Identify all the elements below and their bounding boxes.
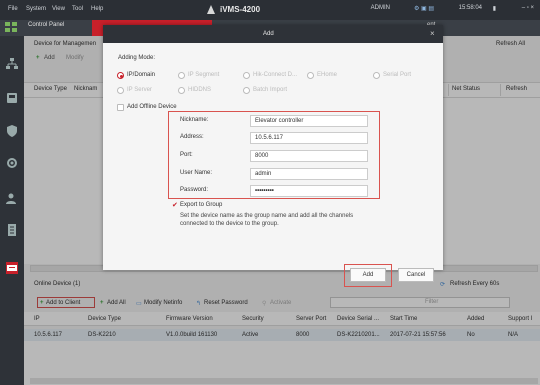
username-label: User Name:	[180, 170, 213, 176]
radio-ip-segment[interactable]	[178, 72, 185, 79]
address-label: Address:	[180, 134, 204, 140]
radio-hik-connect[interactable]	[243, 72, 250, 79]
export-note: Set the device name as the group name an…	[180, 213, 354, 227]
sidebar	[0, 36, 24, 385]
radio-ip-domain-label[interactable]: IP/Domain	[127, 72, 155, 78]
user-label[interactable]: ADMIN	[371, 5, 390, 11]
adding-mode-label: Adding Mode:	[118, 55, 156, 61]
menu-view[interactable]: View	[52, 6, 65, 12]
radio-ip-server-label[interactable]: IP Server	[127, 87, 152, 93]
radio-hik-connect-label[interactable]: Hik-Connect D...	[253, 72, 297, 78]
radio-ip-server[interactable]	[117, 87, 124, 94]
grid-icon	[5, 22, 17, 32]
password-input[interactable]: •••••••••	[250, 185, 368, 197]
radio-batch-import[interactable]	[243, 87, 250, 94]
sidebar-device-icon[interactable]	[6, 92, 18, 104]
clock: 15:58:04	[458, 5, 482, 11]
add-offline-checkbox[interactable]	[117, 104, 124, 111]
radio-ip-segment-label[interactable]: IP Segment	[188, 72, 219, 78]
app-title: iVMS-4200	[220, 5, 261, 14]
radio-batch-import-label[interactable]: Batch Import	[253, 87, 287, 93]
radio-serial-port[interactable]	[373, 72, 380, 79]
export-checkbox-checkmark-icon[interactable]: ✔	[172, 201, 178, 209]
radio-serial-port-label[interactable]: Serial Port	[383, 72, 411, 78]
menu-file[interactable]: File	[8, 6, 18, 12]
port-label: Port:	[180, 152, 193, 158]
sidebar-keyboard-icon[interactable]	[6, 262, 18, 274]
dialog-cancel-button[interactable]: Cancel	[398, 268, 434, 282]
radio-ehome-label[interactable]: EHome	[317, 72, 337, 78]
radio-ehome[interactable]	[307, 72, 314, 79]
menu-tool[interactable]: Tool	[72, 6, 83, 12]
tab-control-panel[interactable]: Control Panel	[28, 22, 64, 28]
password-label: Password:	[180, 187, 209, 193]
radio-hiddns[interactable]	[178, 87, 185, 94]
close-icon[interactable]: ×	[430, 29, 435, 38]
sidebar-settings-icon[interactable]	[6, 157, 18, 169]
menu-system[interactable]: System	[26, 6, 46, 12]
sidebar-users-icon[interactable]	[6, 192, 18, 204]
add-offline-label[interactable]: Add Offline Device	[127, 104, 177, 110]
sidebar-shield-icon[interactable]	[6, 125, 18, 137]
nickname-input[interactable]: Elevator controller	[250, 115, 368, 127]
username-input[interactable]: admin	[250, 168, 368, 180]
address-input[interactable]: 10.5.6.117	[250, 132, 368, 144]
radio-hiddns-label[interactable]: HIDDNS	[188, 87, 211, 93]
notification-icon[interactable]: ▮	[493, 5, 496, 12]
dialog-title: Add	[263, 31, 274, 37]
dialog-add-button[interactable]: Add	[350, 268, 386, 282]
window-controls[interactable]: – ▫ ×	[522, 5, 534, 11]
port-input[interactable]: 8000	[250, 150, 368, 162]
radio-ip-domain[interactable]	[117, 72, 124, 79]
sidebar-log-icon[interactable]	[6, 224, 18, 236]
nickname-label: Nickname:	[180, 117, 209, 123]
lock-icon[interactable]: ⚙ ▣ ▤	[414, 5, 434, 12]
menu-help[interactable]: Help	[91, 6, 103, 12]
export-to-group-label[interactable]: Export to Group	[180, 202, 222, 208]
sidebar-structure-icon[interactable]	[6, 58, 18, 70]
app-logo-icon	[207, 5, 215, 14]
